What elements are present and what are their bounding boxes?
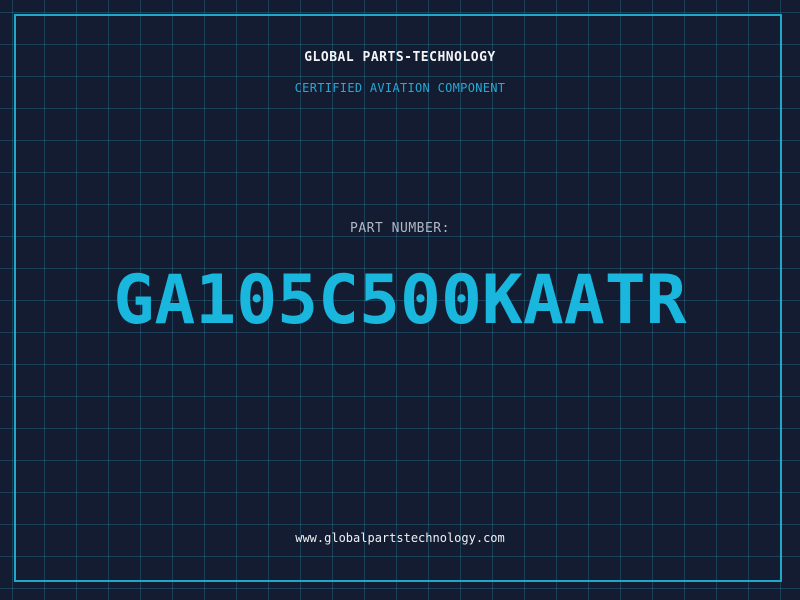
website-url: www.globalpartstechnology.com bbox=[295, 531, 505, 545]
part-number-value: GA105C500KAATR bbox=[113, 261, 687, 340]
brand-title: GLOBAL PARTS-TECHNOLOGY bbox=[304, 50, 496, 65]
part-number-label: PART NUMBER: bbox=[350, 221, 450, 236]
certification-subtitle: CERTIFIED AVIATION COMPONENT bbox=[294, 81, 506, 95]
